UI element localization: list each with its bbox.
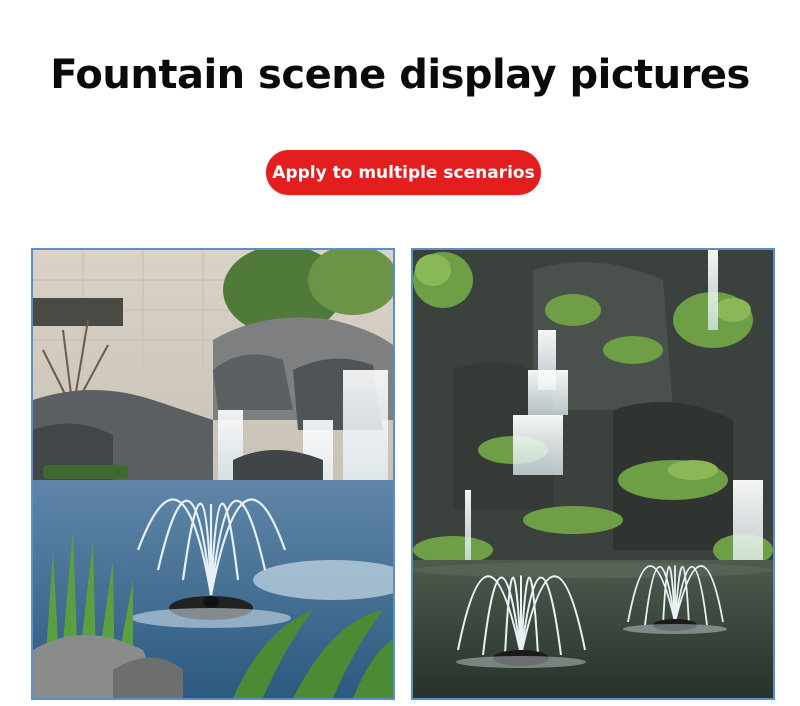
garden-waterfall-fountain-photo	[31, 248, 395, 700]
garden-fountain-illustration	[33, 250, 393, 698]
scenario-badge: Apply to multiple scenarios	[266, 150, 541, 195]
pond-fountains-illustration	[413, 250, 773, 698]
rock-waterfall-pond-fountains-photo	[411, 248, 775, 700]
page-title: Fountain scene display pictures	[50, 52, 750, 98]
